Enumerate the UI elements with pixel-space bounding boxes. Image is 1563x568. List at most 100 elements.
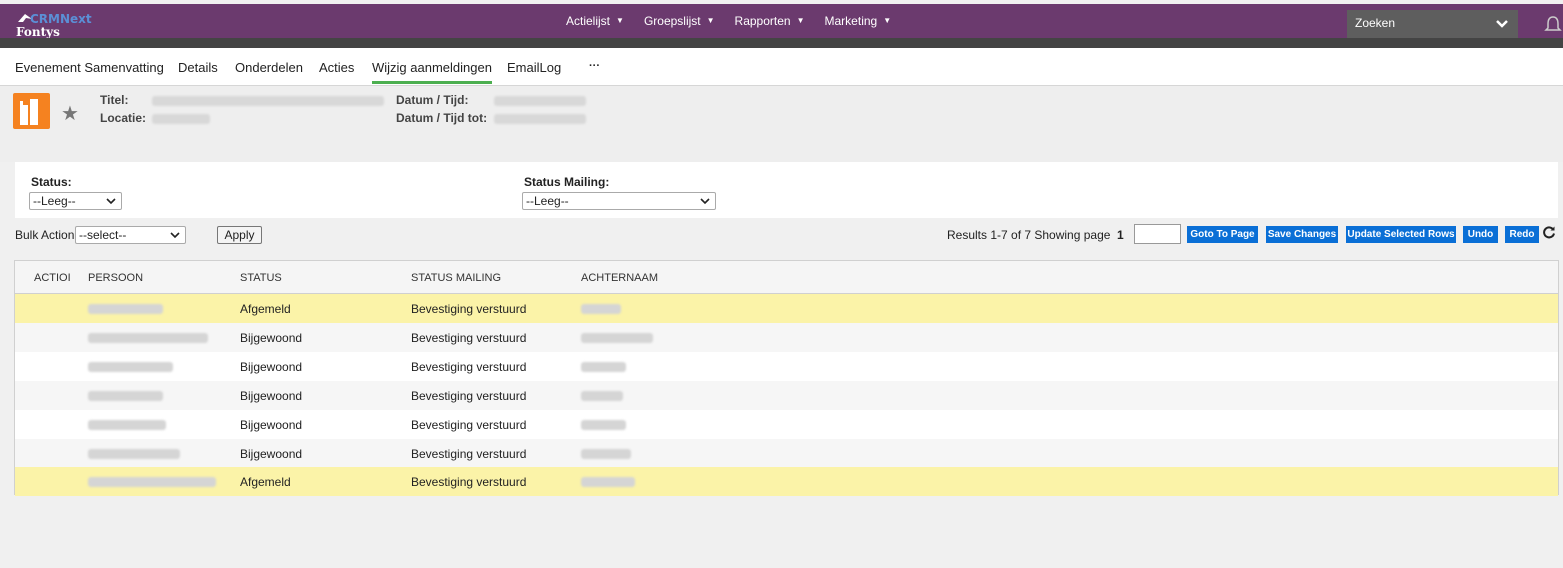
apply-button[interactable]: Apply (217, 226, 262, 244)
persoon-redacted (88, 449, 180, 459)
redo-button[interactable]: Redo (1505, 226, 1539, 243)
datum-value-redacted (494, 96, 586, 106)
nav-label: Groepslijst (643, 14, 701, 28)
tab-more[interactable]: ··· (589, 60, 600, 72)
status-mailing-value: --Leeg-- (526, 194, 569, 208)
goto-page-input[interactable] (1134, 224, 1181, 244)
caret-down-icon: ▼ (616, 16, 624, 25)
bulk-action-label: Bulk Action (15, 228, 75, 242)
nav-label: Marketing (824, 14, 878, 28)
cell-status-mailing[interactable]: Bevestiging verstuurd (411, 475, 526, 489)
caret-down-icon: ▼ (706, 16, 715, 25)
tab-onderdelen[interactable]: Onderdelen (235, 60, 303, 75)
search-dropdown[interactable]: Zoeken (1347, 10, 1518, 40)
chevron-down-icon (700, 198, 710, 205)
locatie-label: Locatie: (100, 111, 147, 125)
titel-value-redacted (152, 96, 384, 106)
col-status-mailing[interactable]: STATUS MAILING (411, 272, 501, 284)
tab-evenement-samenvatting[interactable]: Evenement Samenvatting (15, 60, 164, 75)
record-tabs: Evenement Samenvatting Details Onderdele… (0, 48, 1563, 86)
filter-panel: Status: --Leeg-- Status Mailing: --Leeg-… (15, 162, 1558, 218)
titel-label: Titel: (100, 93, 129, 107)
table-row[interactable]: Afgemeld Bevestiging verstuurd (15, 467, 1558, 496)
update-selected-rows-button[interactable]: Update Selected Rows (1346, 226, 1456, 243)
cell-status[interactable]: Bijgewoond (240, 389, 302, 403)
cell-status[interactable]: Bijgewoond (240, 360, 302, 374)
chevron-down-icon (170, 232, 180, 239)
cell-status-mailing[interactable]: Bevestiging verstuurd (411, 418, 526, 432)
chevron-down-icon (1496, 20, 1508, 28)
datum-tot-label: Datum / Tijd tot: (396, 111, 488, 125)
app-logo[interactable]: CRMNext Fontys (16, 12, 106, 39)
persoon-redacted (88, 420, 166, 430)
cell-status[interactable]: Bijgewoond (240, 418, 302, 432)
nav-marketing[interactable]: Marketing ▼ (815, 4, 902, 38)
bulk-action-select[interactable]: --select-- (75, 226, 186, 244)
status-filter-value: --Leeg-- (33, 194, 76, 208)
cell-status[interactable]: Afgemeld (240, 475, 291, 489)
caret-down-icon: ▼ (796, 16, 805, 25)
persoon-redacted (88, 304, 163, 314)
cell-status-mailing[interactable]: Bevestiging verstuurd (411, 447, 526, 461)
refresh-icon[interactable] (1542, 225, 1556, 239)
col-persoon[interactable]: PERSOON (88, 272, 143, 284)
bell-icon[interactable] (1544, 15, 1562, 35)
logo-fontys-text: Fontys (16, 25, 60, 39)
col-status[interactable]: STATUS (240, 272, 282, 284)
tab-details[interactable]: Details (178, 60, 218, 75)
bulk-action-bar: Bulk Action --select-- Apply Results 1-7… (0, 222, 1563, 248)
status-mailing-label: Status Mailing: (524, 175, 610, 189)
nav-label: Rapporten (734, 14, 791, 28)
col-achternaam[interactable]: ACHTERNAAM (581, 272, 658, 284)
achternaam-redacted (581, 420, 626, 430)
nav-groepslijst[interactable]: Groepslijst ▼ (634, 4, 725, 38)
main-menu: Actielijst ▼ Groepslijst ▼ Rapporten ▼ Mark… (556, 4, 901, 38)
cell-status-mailing[interactable]: Bevestiging verstuurd (411, 302, 526, 316)
datum-tot-value-redacted (494, 114, 586, 124)
table-row[interactable]: Bijgewoond Bevestiging verstuurd (15, 439, 1558, 468)
locatie-value-redacted (152, 114, 210, 124)
grid-header: ACTIOI PERSOON STATUS STATUS MAILING ACH… (15, 261, 1558, 294)
chevron-down-icon (106, 198, 116, 205)
table-row[interactable]: Bijgewoond Bevestiging verstuurd (15, 410, 1558, 439)
search-placeholder: Zoeken (1355, 16, 1396, 30)
table-row[interactable]: Bijgewoond Bevestiging verstuurd (15, 352, 1558, 381)
cell-status[interactable]: Afgemeld (240, 302, 291, 316)
nav-rapporten[interactable]: Rapporten ▼ (725, 4, 815, 38)
col-action[interactable]: ACTIOI (34, 272, 71, 284)
tab-wijzig-aanmeldingen[interactable]: Wijzig aanmeldingen (372, 60, 492, 84)
nav-label: Actielijst (566, 14, 611, 28)
persoon-redacted (88, 477, 216, 487)
tab-acties[interactable]: Acties (319, 60, 354, 75)
persoon-redacted (88, 391, 163, 401)
cell-status-mailing[interactable]: Bevestiging verstuurd (411, 360, 526, 374)
top-navbar: CRMNext Fontys Actielijst ▼ Groepslijst ▼ … (0, 4, 1563, 48)
persoon-redacted (88, 333, 208, 343)
status-filter-select[interactable]: --Leeg-- (29, 192, 122, 210)
table-row[interactable]: Afgemeld Bevestiging verstuurd (15, 294, 1558, 323)
tab-emaillog[interactable]: EmailLog (507, 60, 561, 75)
save-changes-button[interactable]: Save Changes (1266, 226, 1338, 243)
cell-status[interactable]: Bijgewoond (240, 447, 302, 461)
cell-status-mailing[interactable]: Bevestiging verstuurd (411, 389, 526, 403)
achternaam-redacted (581, 477, 635, 487)
current-page: 1 (1117, 228, 1124, 242)
datum-label: Datum / Tijd: (396, 93, 469, 107)
achternaam-redacted (581, 449, 631, 459)
favorite-star-icon[interactable]: ★ (61, 101, 79, 126)
cell-status-mailing[interactable]: Bevestiging verstuurd (411, 331, 526, 345)
table-row[interactable]: Bijgewoond Bevestiging verstuurd (15, 381, 1558, 410)
cell-status[interactable]: Bijgewoond (240, 331, 302, 345)
bulk-action-value: --select-- (79, 228, 127, 242)
registrations-grid: ACTIOI PERSOON STATUS STATUS MAILING ACH… (14, 260, 1559, 496)
caret-down-icon: ▼ (883, 16, 892, 25)
table-row[interactable]: Bijgewoond Bevestiging verstuurd (15, 323, 1558, 352)
status-mailing-select[interactable]: --Leeg-- (522, 192, 716, 210)
achternaam-redacted (581, 362, 626, 372)
undo-button[interactable]: Undo (1463, 226, 1498, 243)
event-module-icon (13, 93, 50, 129)
persoon-redacted (88, 362, 173, 372)
nav-actielijst[interactable]: Actielijst ▼ (556, 4, 634, 38)
goto-page-button[interactable]: Goto To Page (1187, 226, 1258, 243)
results-summary: Results 1-7 of 7 Showing page (947, 228, 1111, 242)
